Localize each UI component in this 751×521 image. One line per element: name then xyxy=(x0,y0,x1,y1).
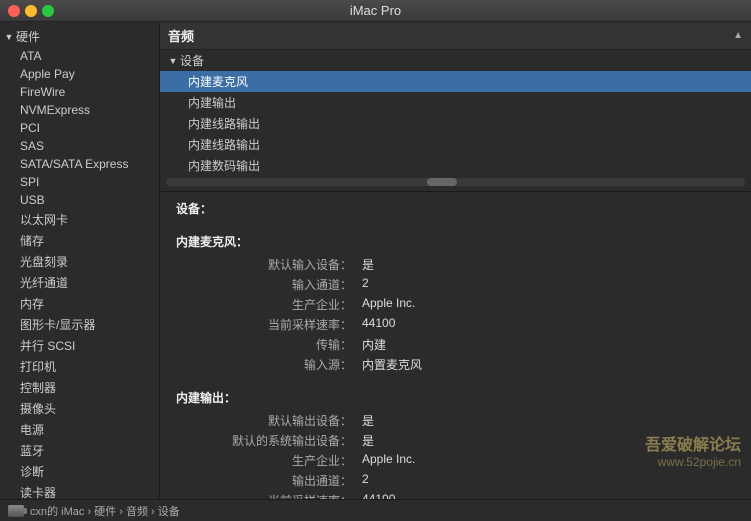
detail-row: 默认的系统输出设备： 是 xyxy=(176,432,735,449)
sidebar-item-firewire[interactable]: FireWire xyxy=(0,83,159,101)
detail-value: 内置麦克风 xyxy=(362,356,422,373)
hardware-triangle xyxy=(4,32,14,42)
detail-label: 默认的系统输出设备： xyxy=(192,432,362,449)
sidebar-item-printer[interactable]: 打印机 xyxy=(0,356,159,377)
tree-category-devices[interactable]: 设备 xyxy=(160,50,751,71)
detail-row: 输出通道： 2 xyxy=(176,472,735,489)
detail-value: 2 xyxy=(362,276,369,293)
detail-value: 是 xyxy=(362,412,374,429)
detail-label: 当前采样速率： xyxy=(192,316,362,333)
sidebar-item-cardreader[interactable]: 读卡器 xyxy=(0,482,159,499)
sidebar-item-gpu[interactable]: 图形卡/显示器 xyxy=(0,314,159,335)
tree-item-builtin-mic[interactable]: 内建麦克风 xyxy=(160,71,751,92)
detail-value: 是 xyxy=(362,256,374,273)
detail-value: 内建 xyxy=(362,336,386,353)
sidebar-item-spi[interactable]: SPI xyxy=(0,173,159,191)
window-title: iMac Pro xyxy=(350,3,401,18)
window-controls xyxy=(8,5,54,17)
sidebar-item-sas[interactable]: SAS xyxy=(0,137,159,155)
detail-label: 传输： xyxy=(192,336,362,353)
main-content: 硬件 ATA Apple Pay FireWire NVMExpress PCI… xyxy=(0,22,751,499)
tree-category-label: 设备 xyxy=(180,52,204,69)
close-button[interactable] xyxy=(8,5,20,17)
sidebar-item-bluetooth[interactable]: 蓝牙 xyxy=(0,440,159,461)
sidebar-item-usb[interactable]: USB xyxy=(0,191,159,209)
status-bar: cxn的 iMac › 硬件 › 音频 › 设备 xyxy=(0,499,751,521)
detail-label: 输出通道： xyxy=(192,472,362,489)
sidebar-item-memory[interactable]: 内存 xyxy=(0,293,159,314)
detail-row: 默认输入设备： 是 xyxy=(176,256,735,273)
sidebar-item-sata[interactable]: SATA/SATA Express xyxy=(0,155,159,173)
detail-group-output-title: 内建输出： xyxy=(176,389,735,406)
right-panel: 音频 ▲ 设备 内建麦克风 内建输出 内建线路输出 内建线路输出 内建数码输出 … xyxy=(160,22,751,499)
tree-section: 音频 ▲ 设备 内建麦克风 内建输出 内建线路输出 内建线路输出 内建数码输出 xyxy=(160,22,751,192)
detail-section: 吾爱破解论坛 www.52pojie.cn 设备： 内建麦克风： 默认输入设备：… xyxy=(160,192,751,499)
tree-scrollbar[interactable] xyxy=(160,176,751,188)
detail-label: 输入源： xyxy=(192,356,362,373)
detail-label: 默认输入设备： xyxy=(192,256,362,273)
minimize-button[interactable] xyxy=(25,5,37,17)
sidebar-section-hardware[interactable]: 硬件 xyxy=(0,26,159,47)
detail-value: 44100 xyxy=(362,316,395,333)
tree-collapse-btn[interactable]: ▲ xyxy=(733,30,743,41)
detail-label: 输入通道： xyxy=(192,276,362,293)
detail-value: Apple Inc. xyxy=(362,296,415,313)
sidebar-item-scsi[interactable]: 并行 SCSI xyxy=(0,335,159,356)
tree-header: 音频 ▲ xyxy=(160,22,751,50)
detail-label: 生产企业： xyxy=(192,452,362,469)
devices-triangle xyxy=(168,56,178,66)
tree-item-builtin-out[interactable]: 内建输出 xyxy=(160,92,751,113)
sidebar-item-optical[interactable]: 光盘刻录 xyxy=(0,251,159,272)
detail-value: 是 xyxy=(362,432,374,449)
detail-value: 2 xyxy=(362,472,369,489)
sidebar-item-pci[interactable]: PCI xyxy=(0,119,159,137)
detail-label: 默认输出设备： xyxy=(192,412,362,429)
detail-row: 传输： 内建 xyxy=(176,336,735,353)
detail-row: 当前采样速率： 44100 xyxy=(176,316,735,333)
maximize-button[interactable] xyxy=(42,5,54,17)
sidebar-item-ata[interactable]: ATA xyxy=(0,47,159,65)
sidebar-item-controller[interactable]: 控制器 xyxy=(0,377,159,398)
tree-scrollbar-track xyxy=(166,178,745,186)
detail-label: 当前采样速率： xyxy=(192,492,362,499)
detail-row: 生产企业： Apple Inc. xyxy=(176,452,735,469)
sidebar-item-applepay[interactable]: Apple Pay xyxy=(0,65,159,83)
detail-value: 44100 xyxy=(362,492,395,499)
tree-item-builtin-line-out2[interactable]: 内建线路输出 xyxy=(160,134,751,155)
detail-row: 当前采样速率： 44100 xyxy=(176,492,735,499)
tree-item-builtin-digital-out[interactable]: 内建数码输出 xyxy=(160,155,751,176)
detail-value: Apple Inc. xyxy=(362,452,415,469)
detail-row: 输入源： 内置麦克风 xyxy=(176,356,735,373)
sidebar-item-fiber[interactable]: 光纤通道 xyxy=(0,272,159,293)
tree-item-builtin-line-out1[interactable]: 内建线路输出 xyxy=(160,113,751,134)
sidebar-item-camera[interactable]: 摄像头 xyxy=(0,398,159,419)
detail-main-label: 设备： xyxy=(176,200,735,217)
detail-group-output: 内建输出： 默认输出设备： 是 默认的系统输出设备： 是 生产企业： Apple… xyxy=(176,389,735,499)
sidebar: 硬件 ATA Apple Pay FireWire NVMExpress PCI… xyxy=(0,22,160,499)
hardware-label: 硬件 xyxy=(16,28,40,45)
status-path: cxn的 iMac › 硬件 › 音频 › 设备 xyxy=(30,503,180,519)
detail-label: 生产企业： xyxy=(192,296,362,313)
sidebar-item-diagnostics[interactable]: 诊断 xyxy=(0,461,159,482)
tree-title: 音频 xyxy=(168,26,194,45)
status-icon xyxy=(8,505,24,517)
detail-group-mic-title: 内建麦克风： xyxy=(176,233,735,250)
tree-scrollbar-thumb xyxy=(427,178,457,186)
sidebar-item-storage[interactable]: 储存 xyxy=(0,230,159,251)
detail-section-label: 设备： xyxy=(176,200,735,217)
detail-row: 默认输出设备： 是 xyxy=(176,412,735,429)
sidebar-item-nvmexpress[interactable]: NVMExpress xyxy=(0,101,159,119)
detail-row: 生产企业： Apple Inc. xyxy=(176,296,735,313)
detail-group-mic: 内建麦克风： 默认输入设备： 是 输入通道： 2 生产企业： Apple Inc… xyxy=(176,233,735,373)
title-bar: iMac Pro xyxy=(0,0,751,22)
detail-row: 输入通道： 2 xyxy=(176,276,735,293)
sidebar-item-power[interactable]: 电源 xyxy=(0,419,159,440)
sidebar-item-ethernet[interactable]: 以太网卡 xyxy=(0,209,159,230)
